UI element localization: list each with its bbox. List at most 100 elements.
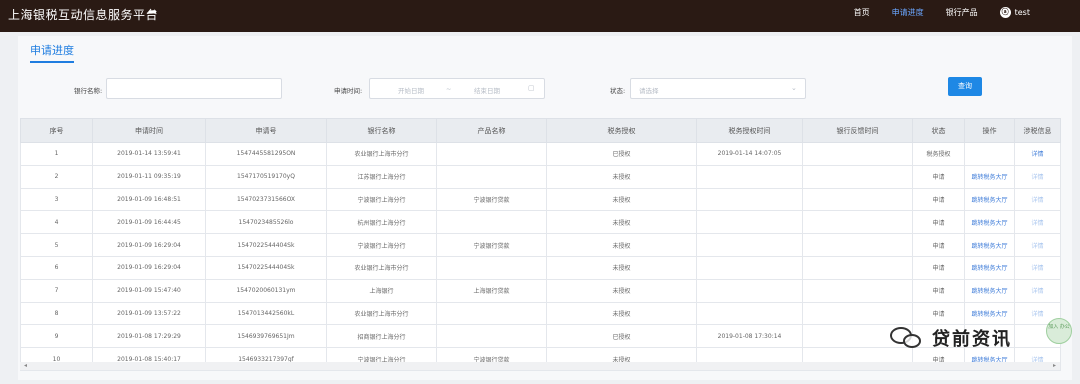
cell-app-no: 1547022544404Sk — [205, 255, 327, 280]
tax-detail-link[interactable]: 详情 — [1014, 142, 1061, 166]
jump-tax-hall-link[interactable]: 跳转税务大厅 — [964, 233, 1015, 257]
table-row: 2 2019-01-11 09:35:19 1547170519170yQ 江苏… — [20, 164, 1061, 189]
col-header-auth: 税务授权 — [546, 118, 697, 143]
jump-tax-hall-link[interactable]: 跳转税务大厅 — [964, 164, 1015, 189]
cell-no: 7 — [20, 278, 93, 303]
cell-auth: 已授权 — [546, 142, 697, 166]
app-title: 上海银税互动信息服务平台 — [8, 8, 159, 22]
cell-app-no: 1547020060131ym — [205, 278, 327, 303]
cell-auth: 未授权 — [546, 233, 697, 257]
cell-time: 2019-01-09 16:48:51 — [92, 187, 206, 212]
cell-product: 宁波银行贷款 — [436, 233, 547, 257]
cell-auth: 未授权 — [546, 255, 697, 280]
cell-auth-time — [696, 301, 803, 326]
status-placeholder: 请选择 — [639, 87, 659, 95]
cell-auth-time — [696, 278, 803, 303]
jump-tax-hall-link[interactable]: 跳转税务大厅 — [964, 210, 1015, 235]
tax-detail-link[interactable]: 详情 — [1014, 233, 1061, 257]
cell-no: 3 — [20, 187, 93, 212]
col-header-app-no: 申请号 — [205, 118, 327, 143]
cell-bank: 宁波银行上海分行 — [326, 233, 437, 257]
cell-status: 申请 — [912, 187, 965, 212]
cell-app-no: 1547023485526lo — [205, 210, 327, 235]
jump-tax-hall-link[interactable]: 跳转税务大厅 — [964, 187, 1015, 212]
col-header-product: 产品名称 — [436, 118, 547, 143]
cell-no: 4 — [20, 210, 93, 235]
date-range-picker[interactable]: 开始日期 ~ 结束日期 ▢ — [369, 78, 545, 99]
cell-no: 2 — [20, 164, 93, 189]
cell-product: 上海银行贷款 — [436, 278, 547, 303]
start-date-placeholder: 开始日期 — [398, 87, 424, 95]
user-avatar-icon: ⓐ — [999, 7, 1011, 18]
col-header-bank: 银行名称 — [326, 118, 437, 143]
cell-auth-time — [696, 187, 803, 212]
cell-bank: 农业银行上海市分行 — [326, 142, 437, 166]
status-label: 状态: — [610, 87, 626, 95]
cell-feedback-time — [802, 142, 913, 166]
query-button[interactable]: 查询 — [948, 77, 982, 96]
cell-app-no: 1547013442560kL — [205, 301, 327, 326]
table-header-row: 序号 申请时间 申请号 银行名称 产品名称 税务授权 税务授权时间 银行反馈时间… — [20, 118, 1061, 143]
cell-auth-time: 2019-01-14 14:07:05 — [696, 142, 803, 166]
cell-auth-time — [696, 164, 803, 189]
table-row: 4 2019-01-09 16:44:45 1547023485526lo 杭州… — [20, 210, 1061, 235]
scroll-left-icon[interactable]: ◂ — [24, 362, 27, 369]
date-range-separator: ~ — [446, 85, 452, 93]
cell-feedback-time — [802, 164, 913, 189]
cell-feedback-time — [802, 255, 913, 280]
cell-auth: 未授权 — [546, 210, 697, 235]
cell-product — [436, 324, 547, 349]
nav-item-home[interactable]: 首页 — [854, 7, 870, 18]
cell-time: 2019-01-14 13:59:41 — [92, 142, 206, 166]
tax-detail-link[interactable]: 详情 — [1014, 210, 1061, 235]
cell-auth-time — [696, 255, 803, 280]
cell-product: 宁波银行贷款 — [436, 187, 547, 212]
horizontal-scrollbar[interactable]: ◂ ▸ — [20, 362, 1060, 370]
jump-tax-hall-link[interactable]: 跳转税务大厅 — [964, 255, 1015, 280]
cell-status: 申请 — [912, 278, 965, 303]
cell-auth: 未授权 — [546, 187, 697, 212]
cell-no: 9 — [20, 324, 93, 349]
cell-auth: 未授权 — [546, 164, 697, 189]
jump-tax-hall-link[interactable]: 跳转税务大厅 — [964, 278, 1015, 303]
nav-item-products[interactable]: 银行产品 — [946, 7, 978, 18]
calendar-icon: ▢ — [528, 84, 535, 92]
cell-product — [436, 210, 547, 235]
nav-item-progress[interactable]: 申请进度 — [892, 7, 924, 18]
tax-detail-link[interactable]: 详情 — [1014, 255, 1061, 280]
cell-time: 2019-01-11 09:35:19 — [92, 164, 206, 189]
cell-bank: 农业银行上海市分行 — [326, 255, 437, 280]
cell-app-no: 1547022544404Sk — [205, 233, 327, 257]
cell-auth: 已授权 — [546, 324, 697, 349]
table-row: 6 2019-01-09 16:29:04 1547022544404Sk 农业… — [20, 255, 1061, 280]
jump-tax-hall-link[interactable] — [964, 142, 1015, 166]
cell-time: 2019-01-09 13:57:22 — [92, 301, 206, 326]
cell-product — [436, 301, 547, 326]
cell-product — [436, 164, 547, 189]
cell-no: 1 — [20, 142, 93, 166]
cell-auth-time — [696, 210, 803, 235]
tax-detail-link[interactable]: 详情 — [1014, 164, 1061, 189]
status-select[interactable]: 请选择 ⌄ — [630, 78, 806, 99]
col-header-auth-time: 税务授权时间 — [696, 118, 803, 143]
cell-time: 2019-01-09 16:29:04 — [92, 255, 206, 280]
cell-time: 2019-01-08 17:29:29 — [92, 324, 206, 349]
page-title: 申请进度 — [30, 42, 74, 63]
cell-app-no: 1547023731566OX — [205, 187, 327, 212]
cell-status: 申请 — [912, 255, 965, 280]
cell-status: 申请 — [912, 233, 965, 257]
cell-feedback-time — [802, 233, 913, 257]
cell-bank: 杭州银行上海分行 — [326, 210, 437, 235]
end-date-placeholder: 结束日期 — [474, 87, 500, 95]
share-icon[interactable]: ➦ — [148, 5, 157, 18]
cell-feedback-time — [802, 210, 913, 235]
user-menu[interactable]: ⓐ test — [999, 7, 1030, 18]
cell-product — [436, 142, 547, 166]
cell-feedback-time — [802, 187, 913, 212]
tax-detail-link[interactable]: 详情 — [1014, 187, 1061, 212]
scroll-right-icon[interactable]: ▸ — [1053, 362, 1056, 369]
bank-name-input[interactable] — [106, 78, 282, 99]
watermark-badge: 加入 办公 — [1046, 318, 1072, 344]
tax-detail-link[interactable]: 详情 — [1014, 278, 1061, 303]
bank-name-label: 银行名称: — [74, 87, 103, 95]
